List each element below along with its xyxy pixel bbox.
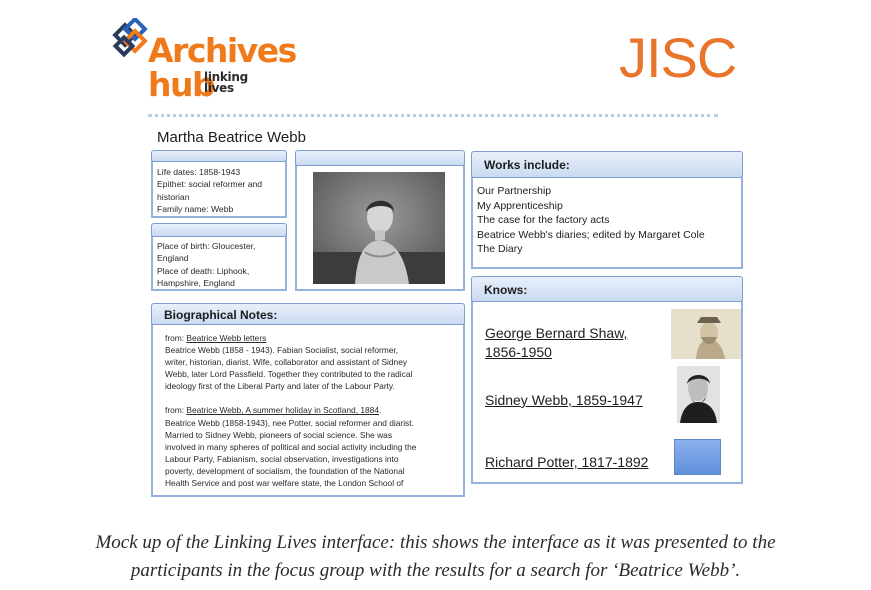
bio-entry-2-line: Labour Party, Fabianism, social observat… xyxy=(165,453,399,464)
caption-line-1: Mock up of the Linking Lives interface: … xyxy=(95,532,776,553)
works-tab[interactable]: Works include: xyxy=(471,151,743,178)
bio-spacer xyxy=(165,392,461,404)
logo-tagline-line2: lives xyxy=(204,81,234,95)
bio-entry-1-source-row: from: Beatrice Webb letters xyxy=(165,332,461,344)
death-place-line-cont: Hampshire, England xyxy=(157,278,235,289)
bio-entry-2-source-row: from: Beatrice Webb, A summer holiday in… xyxy=(165,404,461,416)
logo-tagline: linking lives xyxy=(204,71,248,95)
bio-entry-2-line: Health Service and post war welfare stat… xyxy=(165,478,404,489)
figure-caption: Mock up of the Linking Lives interface: … xyxy=(0,529,871,585)
logo-text-archives: Archives xyxy=(148,31,297,70)
bio-notes-tab[interactable]: Biographical Notes: xyxy=(151,303,465,325)
works-item[interactable]: Beatrice Webb's diaries; edited by Marga… xyxy=(477,228,705,243)
works-item[interactable]: My Apprenticeship xyxy=(477,199,705,214)
knows-name-line2: 1856-1950 xyxy=(485,344,552,360)
bio-notes-text: from: Beatrice Webb letters Beatrice Web… xyxy=(165,332,461,494)
jisc-logo[interactable]: JISC xyxy=(619,30,737,86)
bio-entry-2-source-suffix: . xyxy=(378,405,382,416)
bio-entry-2-line: Beatrice Webb (1858-1943), nee Potter, s… xyxy=(165,417,414,428)
knows-link-george-bernard-shaw[interactable]: George Bernard Shaw, 1856-1950 xyxy=(485,324,627,362)
header-divider xyxy=(148,114,718,117)
birth-place-line-cont: England xyxy=(157,253,189,264)
sidney-webb-portrait-photo[interactable] xyxy=(677,366,720,423)
shaw-portrait-photo[interactable] xyxy=(671,309,741,359)
bio-entry-1-source-link[interactable]: Beatrice Webb letters xyxy=(186,333,266,343)
knows-name-line1: George Bernard Shaw, xyxy=(485,325,628,341)
portrait-photo xyxy=(313,172,445,284)
knows-tab[interactable]: Knows: xyxy=(471,276,743,302)
places-text: Place of birth: Gloucester, England Plac… xyxy=(157,240,255,290)
bio-notes-title: Biographical Notes: xyxy=(164,308,278,322)
bio-entry-1-line: writer, historian, diarist. Wife, collab… xyxy=(165,357,408,368)
bio-entry-2-line: poverty, development of socialism, the f… xyxy=(165,465,405,476)
bio-entry-2-from: from: xyxy=(165,405,185,416)
archives-hub-logo[interactable]: Archives hub linking lives xyxy=(112,14,297,109)
works-list: Our Partnership My Apprenticeship The ca… xyxy=(477,184,705,257)
person-name-heading: Martha Beatrice Webb xyxy=(157,129,306,146)
birth-place-line: Place of birth: Gloucester, xyxy=(157,241,256,251)
bio-entry-1-line: ideology first of the Liberal Party and … xyxy=(165,381,395,392)
epithet-line-cont: historian xyxy=(157,191,190,202)
knows-link-richard-potter[interactable]: Richard Potter, 1817-1892 xyxy=(485,453,648,472)
bio-entry-2-line: involved in many spheres of political an… xyxy=(165,441,417,452)
knows-link-sidney-webb[interactable]: Sidney Webb, 1859-1947 xyxy=(485,391,643,410)
bio-entry-2-line: Married to Sidney Webb, pioneers of soci… xyxy=(165,429,393,440)
life-dates-panel-tab[interactable] xyxy=(151,150,287,162)
portrait-panel-tab[interactable] xyxy=(295,150,465,166)
works-item[interactable]: Our Partnership xyxy=(477,184,705,199)
works-title: Works include: xyxy=(484,158,570,172)
bio-entry-1-line: Webb, later Lord Passfield. Together the… xyxy=(165,369,413,380)
works-item[interactable]: The case for the factory acts xyxy=(477,213,705,228)
places-panel-tab[interactable] xyxy=(151,223,287,237)
caption-line-2: participants in the focus group with the… xyxy=(130,560,741,581)
richard-potter-placeholder-image[interactable] xyxy=(674,439,721,475)
bio-entry-1-from: from: xyxy=(165,333,185,343)
bio-entry-1-line: Beatrice Webb (1858 - 1943). Fabian Soci… xyxy=(165,345,399,356)
life-dates-text: Life dates: 1858-1943 Epithet: social re… xyxy=(157,166,262,216)
epithet-line: Epithet: social reformer and xyxy=(157,179,263,190)
knows-title: Knows: xyxy=(484,283,528,297)
life-dates-line: Life dates: 1858-1943 xyxy=(157,167,241,177)
bio-entry-2-source-link[interactable]: Beatrice Webb, A summer holiday in Scotl… xyxy=(186,405,379,415)
works-item[interactable]: The Diary xyxy=(477,242,705,257)
family-name-line: Family name: Webb xyxy=(157,204,234,215)
death-place-line: Place of death: Liphook, xyxy=(157,265,250,276)
